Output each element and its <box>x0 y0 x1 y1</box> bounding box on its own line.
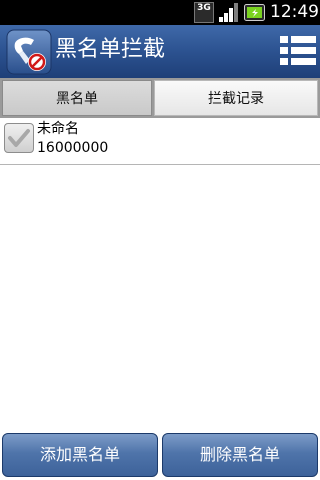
network-3g-icon: 3G <box>194 2 214 23</box>
signal-strength-icon <box>219 3 238 22</box>
list-menu-icon[interactable] <box>278 31 318 71</box>
app-title: 黑名单拦截 <box>55 37 166 62</box>
title-bar: 黑名单拦截 <box>0 25 320 78</box>
checkmark-icon <box>8 129 30 147</box>
blacklist: 未命名 16000000 <box>0 118 320 165</box>
add-blacklist-button[interactable]: 添加黑名单 <box>2 433 158 477</box>
item-checkbox[interactable] <box>4 123 34 153</box>
delete-blacklist-button[interactable]: 删除黑名单 <box>162 433 318 477</box>
tab-bar: 黑名单 拦截记录 <box>0 78 320 118</box>
tab-blacklist[interactable]: 黑名单 <box>2 80 152 116</box>
status-bar: 3G 12:49 <box>0 0 320 25</box>
contact-name: 未命名 <box>37 121 79 137</box>
contact-number: 16000000 <box>37 140 109 156</box>
blocked-phone-app-icon <box>6 29 52 75</box>
bottom-button-bar: 添加黑名单 删除黑名单 <box>0 430 320 480</box>
battery-icon <box>244 4 265 21</box>
list-item[interactable]: 未命名 16000000 <box>0 118 320 165</box>
status-time: 12:49 <box>270 2 319 22</box>
screen: 3G 12:49 黑名单拦截 黑名单 拦截记录 未命名 16000000 添加黑… <box>0 0 320 480</box>
tab-block-records[interactable]: 拦截记录 <box>154 80 318 116</box>
